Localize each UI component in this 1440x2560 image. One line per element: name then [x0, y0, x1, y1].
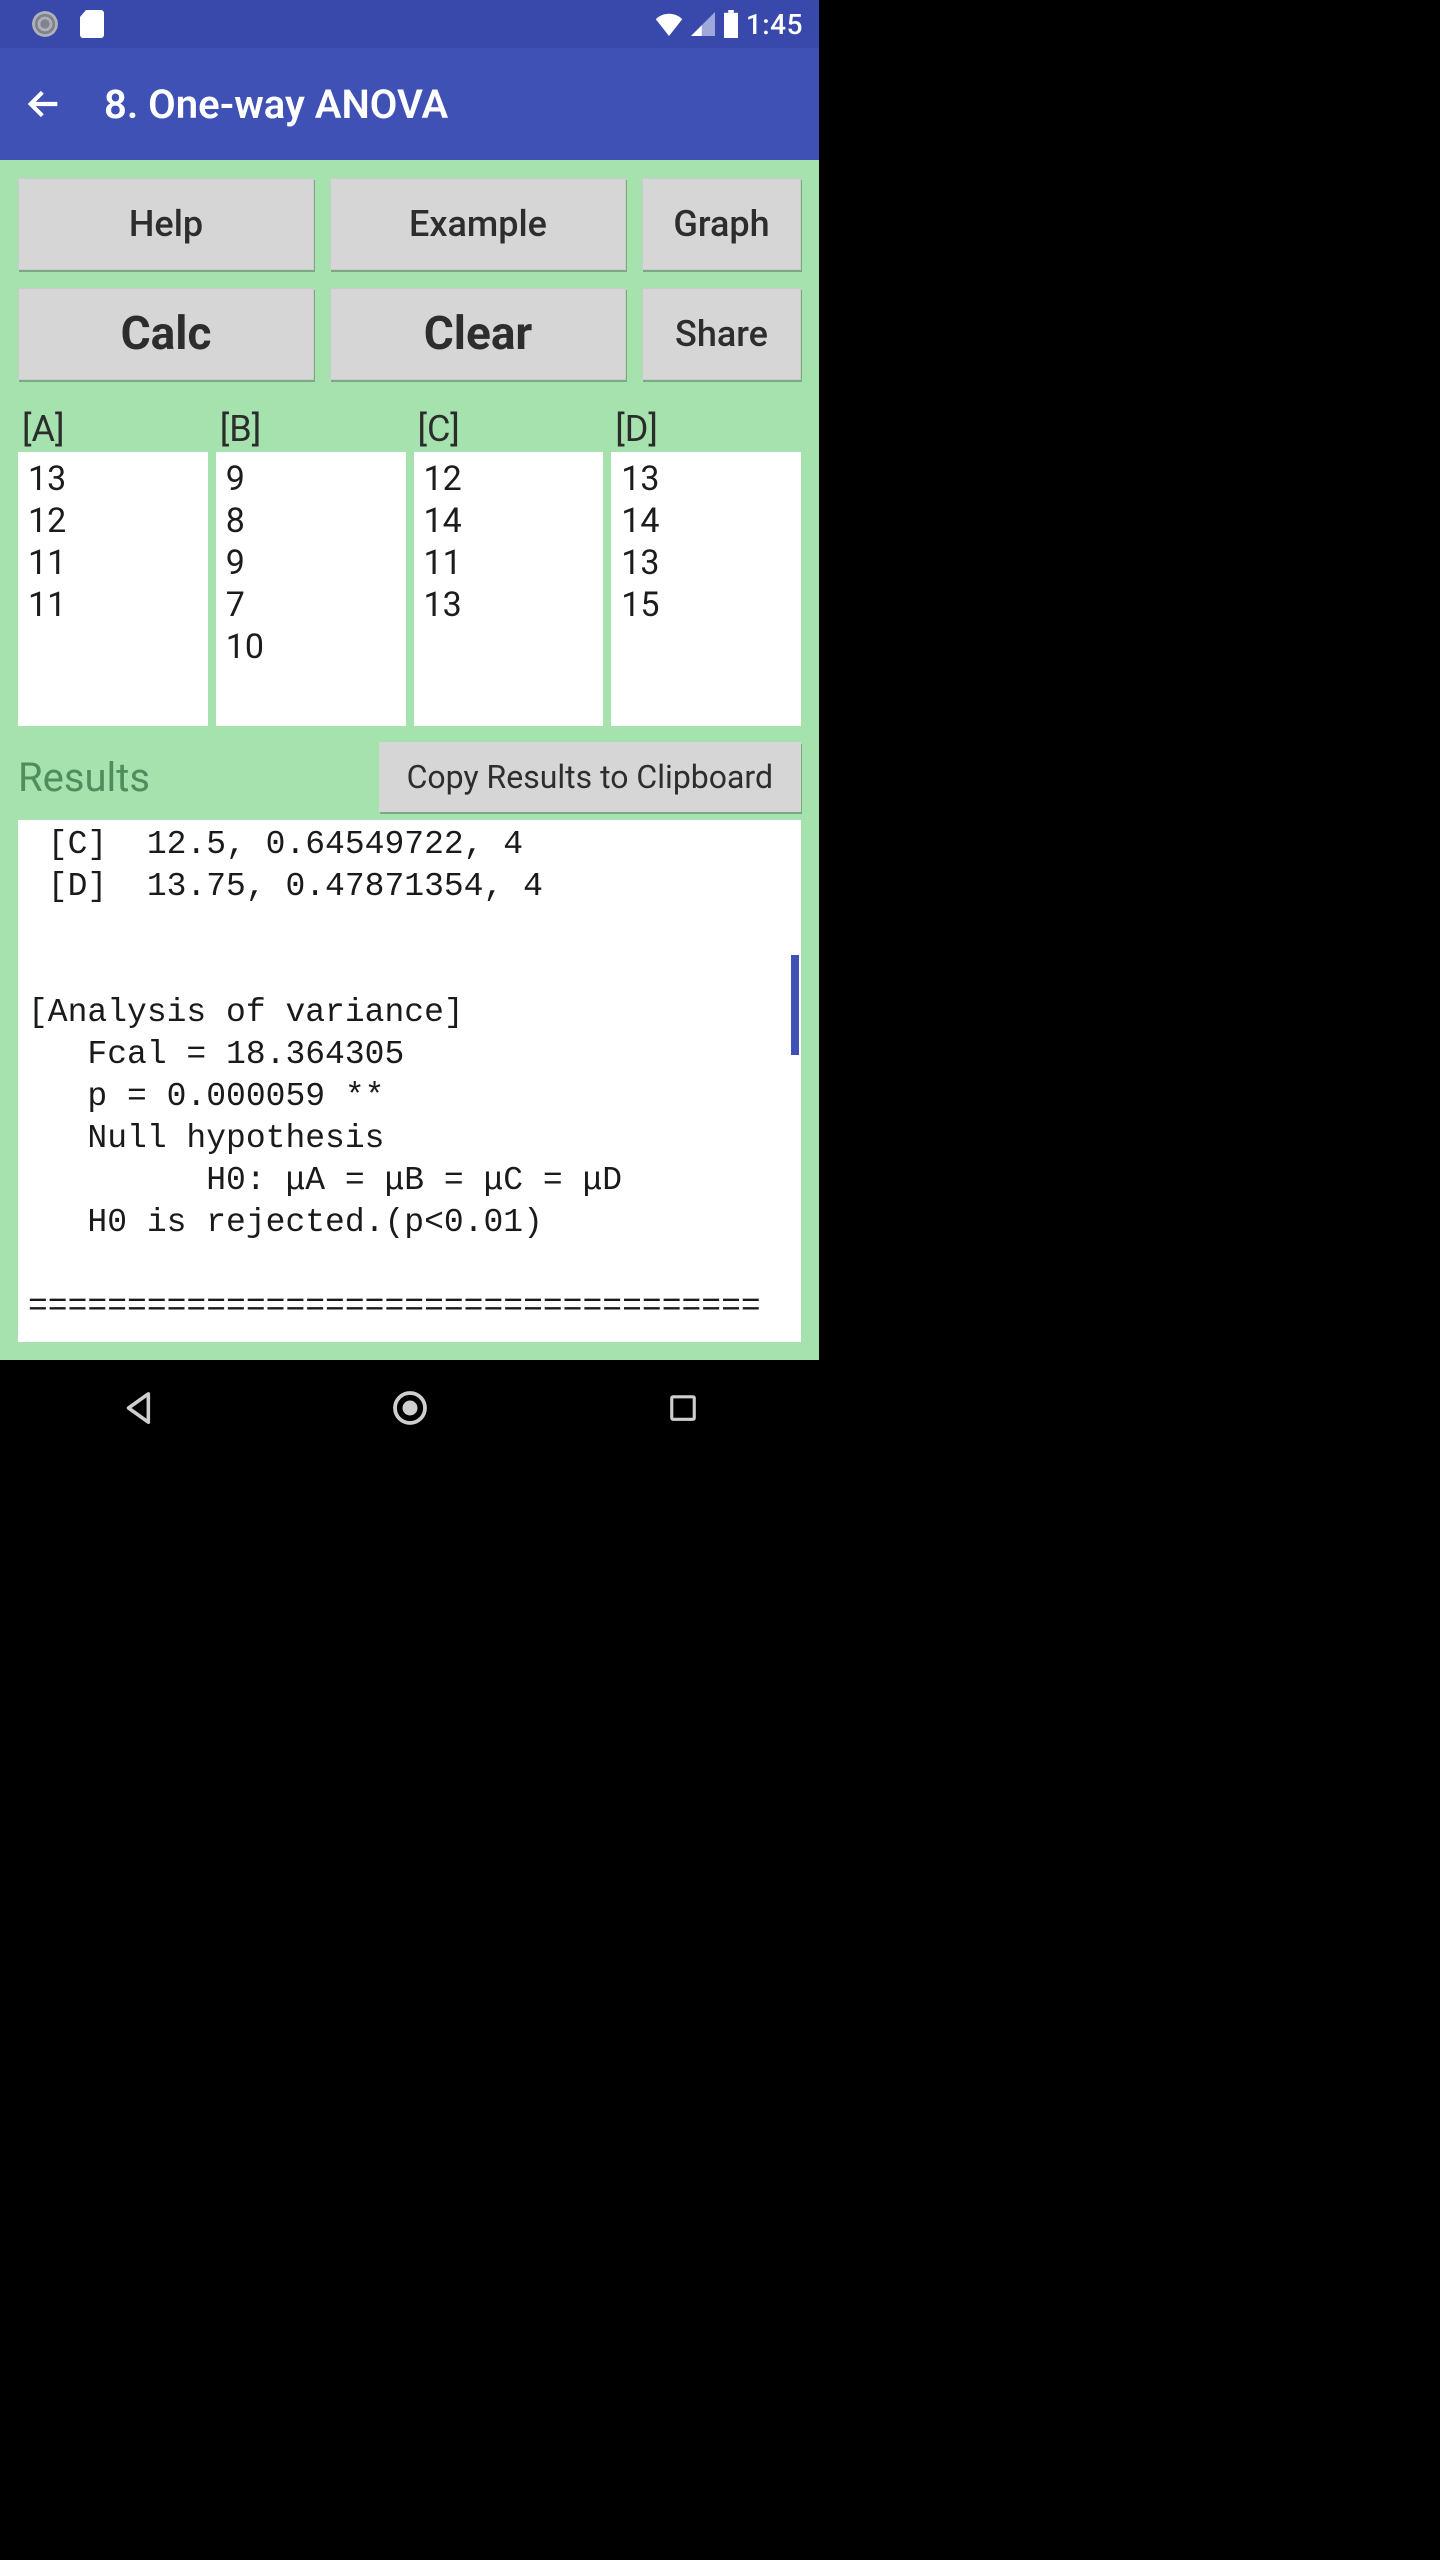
column-header-a: [A] — [18, 408, 208, 450]
graph-button[interactable]: Graph — [642, 178, 801, 270]
status-right: 1:45 — [654, 8, 803, 41]
nav-home-button[interactable] — [370, 1378, 450, 1438]
system-icon — [32, 11, 58, 37]
status-time: 1:45 — [746, 8, 803, 41]
copy-results-button[interactable]: Copy Results to Clipboard — [379, 742, 801, 812]
app-bar: 8. One-way ANOVA — [0, 48, 819, 160]
help-button[interactable]: Help — [18, 178, 314, 270]
data-inputs-row: 13 12 11 11 9 8 9 7 10 12 14 11 13 13 14… — [18, 452, 801, 726]
data-input-c[interactable]: 12 14 11 13 — [414, 452, 604, 726]
content-area: Help Example Graph Calc Clear Share [A] … — [0, 160, 819, 1360]
status-left — [32, 10, 104, 38]
cell-signal-icon — [690, 12, 716, 36]
column-header-d: [D] — [611, 408, 801, 450]
example-button[interactable]: Example — [330, 178, 626, 270]
column-headers: [A] [B] [C] [D] — [18, 408, 801, 450]
sdcard-icon — [80, 10, 104, 38]
share-button[interactable]: Share — [642, 288, 801, 380]
column-header-c: [C] — [414, 408, 604, 450]
results-header-row: Results Copy Results to Clipboard — [18, 742, 801, 812]
nav-recent-button[interactable] — [643, 1378, 723, 1438]
nav-back-button[interactable] — [97, 1378, 177, 1438]
battery-icon — [722, 10, 740, 38]
results-label: Results — [18, 754, 150, 801]
data-input-a[interactable]: 13 12 11 11 — [18, 452, 208, 726]
clear-button[interactable]: Clear — [330, 288, 626, 380]
column-header-b: [B] — [216, 408, 406, 450]
data-input-b[interactable]: 9 8 9 7 10 — [216, 452, 406, 726]
navigation-bar — [0, 1360, 819, 1456]
button-row-2: Calc Clear Share — [18, 288, 801, 380]
wifi-icon — [654, 12, 684, 36]
button-row-1: Help Example Graph — [18, 178, 801, 270]
results-panel[interactable]: [C] 12.5, 0.64549722, 4 [D] 13.75, 0.478… — [18, 820, 801, 1342]
page-title: 8. One-way ANOVA — [104, 81, 448, 128]
status-bar: 1:45 — [0, 0, 819, 48]
back-button[interactable] — [20, 80, 68, 128]
data-input-d[interactable]: 13 14 13 15 — [611, 452, 801, 726]
calc-button[interactable]: Calc — [18, 288, 314, 380]
